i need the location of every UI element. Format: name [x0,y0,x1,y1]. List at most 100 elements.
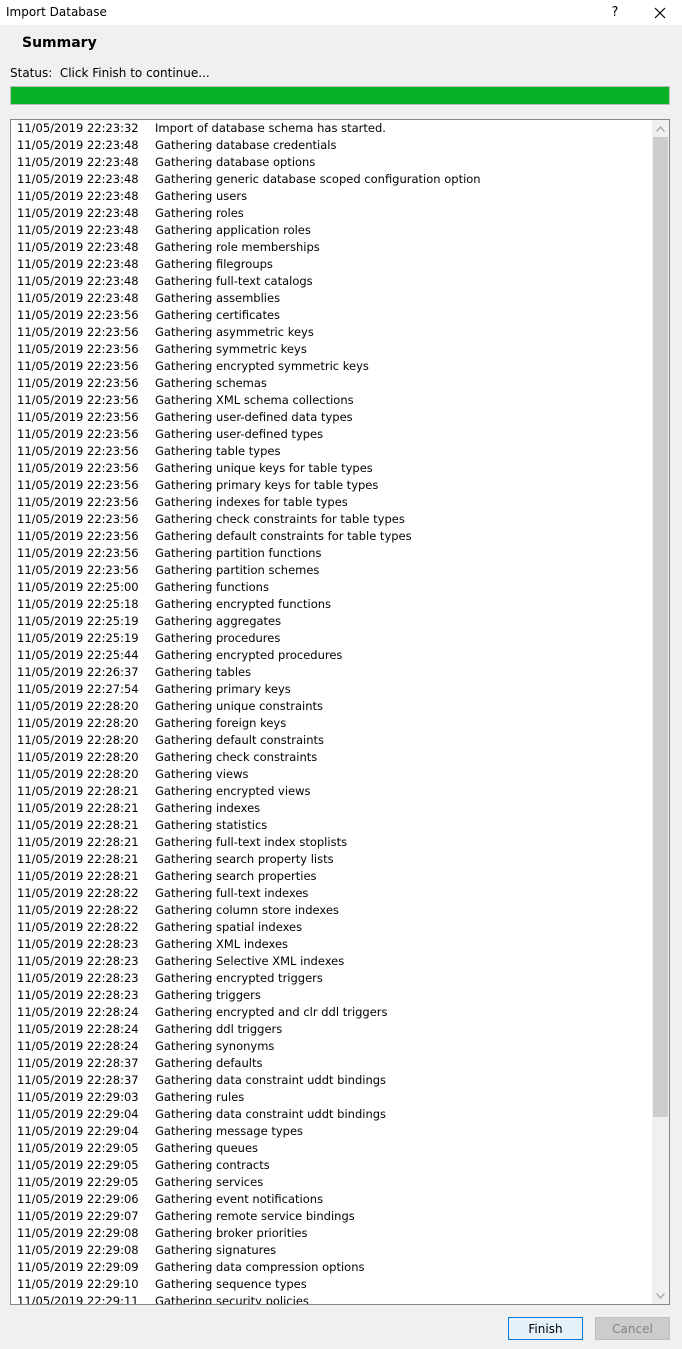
log-row[interactable]: 11/05/2019 22:28:23 Gathering triggers [11,987,652,1004]
log-row[interactable]: 11/05/2019 22:23:56 Gathering symmetric k… [11,341,652,358]
log-message: Gathering data compression options [155,1260,365,1274]
log-row[interactable]: 11/05/2019 22:28:21 Gathering search prop… [11,851,652,868]
log-row[interactable]: 11/05/2019 22:29:08 Gathering broker prio… [11,1225,652,1242]
log-timestamp: 11/05/2019 22:25:44 [17,648,139,662]
log-timestamp: 11/05/2019 22:28:21 [17,818,139,832]
log-row[interactable]: 11/05/2019 22:23:56 Gathering indexes for… [11,494,652,511]
log-row[interactable]: 11/05/2019 22:29:10 Gathering sequence ty… [11,1276,652,1293]
log-row[interactable]: 11/05/2019 22:28:23 Gathering encrypted t… [11,970,652,987]
log-row[interactable]: 11/05/2019 22:29:07 Gathering remote serv… [11,1208,652,1225]
log-row[interactable]: 11/05/2019 22:23:48 Gathering assemblies [11,290,652,307]
log-row[interactable]: 11/05/2019 22:23:56 Gathering user-define… [11,409,652,426]
log-row[interactable]: 11/05/2019 22:23:48 Gathering database op… [11,154,652,171]
log-row[interactable]: 11/05/2019 22:25:44 Gathering encrypted p… [11,647,652,664]
log-message: Gathering tables [155,665,252,679]
log-row[interactable]: 11/05/2019 22:28:24 Gathering ddl trigger… [11,1021,652,1038]
log-timestamp: 11/05/2019 22:28:24 [17,1022,139,1036]
log-row[interactable]: 11/05/2019 22:28:21 Gathering encrypted v… [11,783,652,800]
log-row[interactable]: 11/05/2019 22:23:56 Gathering primary key… [11,477,652,494]
scroll-down-button[interactable] [652,1287,669,1304]
log-list[interactable]: 11/05/2019 22:23:32 Import of database sc… [10,119,670,1305]
log-row[interactable]: 11/05/2019 22:29:05 Gathering queues [11,1140,652,1157]
vertical-scrollbar[interactable] [652,120,669,1304]
log-row[interactable]: 11/05/2019 22:28:23 Gathering Selective X… [11,953,652,970]
log-row[interactable]: 11/05/2019 22:25:19 Gathering procedures [11,630,652,647]
log-timestamp: 11/05/2019 22:23:56 [17,427,139,441]
log-row[interactable]: 11/05/2019 22:23:56 Gathering partition f… [11,545,652,562]
log-timestamp: 11/05/2019 22:28:23 [17,971,139,985]
log-timestamp: 11/05/2019 22:23:48 [17,274,139,288]
log-row[interactable]: 11/05/2019 22:23:48 Gathering filegroups [11,256,652,273]
log-row[interactable]: 11/05/2019 22:28:21 Gathering indexes [11,800,652,817]
log-timestamp: 11/05/2019 22:29:07 [17,1209,139,1223]
log-row[interactable]: 11/05/2019 22:28:22 Gathering column stor… [11,902,652,919]
log-message: Gathering defaults [155,1056,263,1070]
log-row[interactable]: 11/05/2019 22:28:22 Gathering full-text i… [11,885,652,902]
log-row[interactable]: 11/05/2019 22:23:56 Gathering schemas [11,375,652,392]
log-row[interactable]: 11/05/2019 22:28:20 Gathering default con… [11,732,652,749]
log-row[interactable]: 11/05/2019 22:28:24 Gathering synonyms [11,1038,652,1055]
log-row[interactable]: 11/05/2019 22:29:05 Gathering contracts [11,1157,652,1174]
log-timestamp: 11/05/2019 22:23:56 [17,444,139,458]
log-row[interactable]: 11/05/2019 22:23:48 Gathering database cr… [11,137,652,154]
log-row[interactable]: 11/05/2019 22:29:08 Gathering signatures [11,1242,652,1259]
log-row[interactable]: 11/05/2019 22:23:56 Gathering table types [11,443,652,460]
log-row[interactable]: 11/05/2019 22:23:56 Gathering user-define… [11,426,652,443]
log-row[interactable]: 11/05/2019 22:29:05 Gathering services [11,1174,652,1191]
log-row[interactable]: 11/05/2019 22:23:48 Gathering full-text c… [11,273,652,290]
log-row[interactable]: 11/05/2019 22:23:56 Gathering encrypted s… [11,358,652,375]
log-message: Gathering full-text index stoplists [155,835,348,849]
log-row[interactable]: 11/05/2019 22:23:48 Gathering generic dat… [11,171,652,188]
log-row[interactable]: 11/05/2019 22:28:37 Gathering defaults [11,1055,652,1072]
log-row[interactable]: 11/05/2019 22:28:21 Gathering statistics [11,817,652,834]
help-button[interactable]: ? [596,0,634,25]
log-message: Gathering column store indexes [155,903,339,917]
log-row[interactable]: 11/05/2019 22:29:09 Gathering data compre… [11,1259,652,1276]
log-row[interactable]: 11/05/2019 22:25:00 Gathering functions [11,579,652,596]
log-row[interactable]: 11/05/2019 22:25:18 Gathering encrypted f… [11,596,652,613]
log-row[interactable]: 11/05/2019 22:28:20 Gathering check const… [11,749,652,766]
log-row[interactable]: 11/05/2019 22:26:37 Gathering tables [11,664,652,681]
log-timestamp: 11/05/2019 22:29:08 [17,1226,139,1240]
close-button[interactable] [638,0,682,25]
log-row[interactable]: 11/05/2019 22:23:48 Gathering role member… [11,239,652,256]
scroll-up-button[interactable] [652,120,669,137]
log-row[interactable]: 11/05/2019 22:28:20 Gathering unique cons… [11,698,652,715]
log-row[interactable]: 11/05/2019 22:28:23 Gathering XML indexes [11,936,652,953]
log-row[interactable]: 11/05/2019 22:29:11 Gathering security po… [11,1293,652,1304]
log-row[interactable]: 11/05/2019 22:23:32 Import of database sc… [11,120,652,137]
log-row[interactable]: 11/05/2019 22:28:37 Gathering data constr… [11,1072,652,1089]
log-row[interactable]: 11/05/2019 22:23:56 Gathering XML schema … [11,392,652,409]
log-message: Gathering remote service bindings [155,1209,355,1223]
log-row[interactable]: 11/05/2019 22:23:56 Gathering partition s… [11,562,652,579]
log-timestamp: 11/05/2019 22:28:24 [17,1039,139,1053]
log-row[interactable]: 11/05/2019 22:29:03 Gathering rules [11,1089,652,1106]
log-row[interactable]: 11/05/2019 22:23:48 Gathering roles [11,205,652,222]
log-row[interactable]: 11/05/2019 22:23:56 Gathering check const… [11,511,652,528]
log-row[interactable]: 11/05/2019 22:23:56 Gathering default con… [11,528,652,545]
log-row[interactable]: 11/05/2019 22:27:54 Gathering primary key… [11,681,652,698]
log-row[interactable]: 11/05/2019 22:23:56 Gathering unique keys… [11,460,652,477]
log-row[interactable]: 11/05/2019 22:28:24 Gathering encrypted a… [11,1004,652,1021]
scrollbar-thumb[interactable] [653,137,668,1117]
log-row[interactable]: 11/05/2019 22:29:06 Gathering event notif… [11,1191,652,1208]
log-timestamp: 11/05/2019 22:23:48 [17,138,139,152]
log-message: Gathering XML indexes [155,937,289,951]
status-label: Status: [10,66,53,80]
cancel-button[interactable]: Cancel [595,1317,670,1340]
log-row[interactable]: 11/05/2019 22:23:48 Gathering users [11,188,652,205]
log-row[interactable]: 11/05/2019 22:28:22 Gathering spatial ind… [11,919,652,936]
log-row[interactable]: 11/05/2019 22:29:04 Gathering data constr… [11,1106,652,1123]
log-row[interactable]: 11/05/2019 22:29:04 Gathering message typ… [11,1123,652,1140]
log-row[interactable]: 11/05/2019 22:23:56 Gathering asymmetric … [11,324,652,341]
finish-button[interactable]: Finish [508,1317,583,1340]
log-row[interactable]: 11/05/2019 22:28:20 Gathering views [11,766,652,783]
log-row[interactable]: 11/05/2019 22:28:20 Gathering foreign key… [11,715,652,732]
log-message: Gathering symmetric keys [155,342,307,356]
log-row[interactable]: 11/05/2019 22:23:48 Gathering application… [11,222,652,239]
log-row[interactable]: 11/05/2019 22:28:21 Gathering search prop… [11,868,652,885]
log-row[interactable]: 11/05/2019 22:28:21 Gathering full-text i… [11,834,652,851]
log-message: Gathering indexes [155,801,261,815]
log-row[interactable]: 11/05/2019 22:25:19 Gathering aggregates [11,613,652,630]
log-row[interactable]: 11/05/2019 22:23:56 Gathering certificate… [11,307,652,324]
